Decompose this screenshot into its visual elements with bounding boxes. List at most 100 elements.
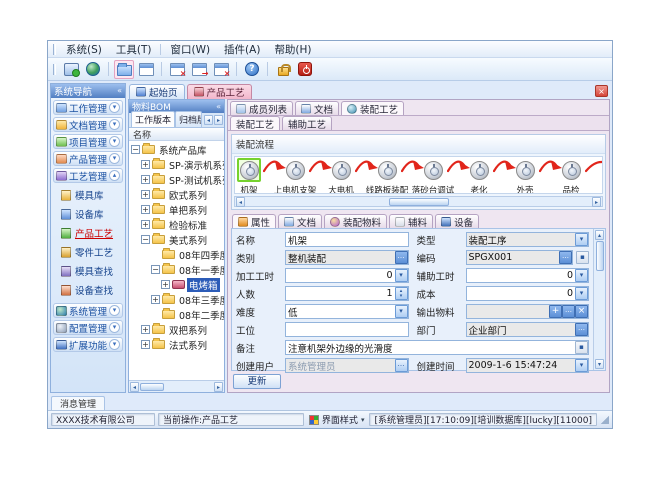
spinner-icon[interactable] xyxy=(395,287,408,300)
flow-node[interactable] xyxy=(559,158,583,182)
lock-button[interactable] xyxy=(273,60,293,79)
tab-prop-documents[interactable]: 文档 xyxy=(278,214,322,228)
resize-grip[interactable] xyxy=(601,416,609,424)
tree-node[interactable]: 单把系列 xyxy=(129,202,224,217)
scroll-down-icon[interactable]: ▾ xyxy=(595,359,604,369)
scroll-left-icon[interactable]: ◂ xyxy=(204,115,213,125)
menu-help[interactable]: 帮助(H) xyxy=(267,41,318,58)
flow-node[interactable] xyxy=(421,158,445,182)
dropdown-icon[interactable] xyxy=(395,305,408,318)
close-tab-button[interactable]: × xyxy=(595,85,608,97)
sidebar-group-extensions[interactable]: 扩展功能 xyxy=(53,337,123,352)
scroll-up-icon[interactable]: ▴ xyxy=(595,230,604,240)
menu-window[interactable]: 窗口(W) xyxy=(163,41,217,58)
tree-node[interactable]: 08年三季度 xyxy=(129,292,224,307)
menu-system[interactable]: 系统(S) xyxy=(59,41,109,58)
pin-icon[interactable]: « xyxy=(216,102,221,112)
chevron-up-icon[interactable] xyxy=(109,170,120,181)
interface-style-picker[interactable]: 界面样式 ▾ xyxy=(307,413,367,426)
clear-icon[interactable] xyxy=(575,305,588,318)
system-monitor-button[interactable] xyxy=(61,60,81,79)
sidebar-group-product[interactable]: 产品管理 xyxy=(53,151,123,166)
created-time-field[interactable] xyxy=(467,360,576,371)
sidebar-group-document[interactable]: 文档管理 xyxy=(53,117,123,132)
tab-assembly-materials[interactable]: 装配物料 xyxy=(324,214,387,228)
chevron-down-icon[interactable] xyxy=(109,305,120,316)
chevron-down-icon[interactable] xyxy=(109,322,120,333)
ellipsis-icon[interactable] xyxy=(575,323,588,336)
name-field[interactable] xyxy=(286,234,408,245)
tree-node[interactable]: 美式系列 xyxy=(129,232,224,247)
dropdown-icon[interactable] xyxy=(395,269,408,282)
ellipsis-icon[interactable] xyxy=(562,305,575,318)
flow-node[interactable] xyxy=(283,158,307,182)
scroll-thumb[interactable] xyxy=(140,383,164,391)
scroll-left-icon[interactable]: ◂ xyxy=(236,197,245,207)
expand-icon[interactable] xyxy=(141,325,150,334)
expand-icon[interactable] xyxy=(161,280,170,289)
tab-start-page[interactable]: 起始页 xyxy=(129,84,185,99)
nav-item-mold-search[interactable]: 模具查找 xyxy=(61,264,123,278)
close-all-button[interactable]: × xyxy=(211,60,231,79)
department-field[interactable] xyxy=(467,324,576,335)
scroll-thumb[interactable] xyxy=(596,241,604,271)
nav-item-equipment-search[interactable]: 设备查找 xyxy=(61,283,123,297)
tree-node[interactable]: 08年一季度 xyxy=(129,262,224,277)
expand-icon[interactable] xyxy=(141,340,150,349)
sidebar-collapse-icon[interactable]: « xyxy=(117,86,122,96)
nav-item-product-process[interactable]: 产品工艺 xyxy=(61,226,123,240)
tree-node[interactable]: 系统产品库 xyxy=(129,142,224,157)
dropdown-icon[interactable] xyxy=(575,269,588,282)
workstation-field[interactable] xyxy=(286,324,408,335)
globe-button[interactable] xyxy=(83,60,103,79)
flow-node[interactable] xyxy=(513,158,537,182)
flow-canvas[interactable]: 机架 上电机支架 大电机 线路板装配 落砂台调试 老化 外壳 品检 xyxy=(234,156,603,194)
collapse-icon[interactable] xyxy=(131,145,140,154)
tree-node[interactable]: 法式系列 xyxy=(129,337,224,352)
update-button[interactable]: 更新 xyxy=(233,374,281,389)
collapse-icon[interactable] xyxy=(151,265,160,274)
close-document-button[interactable]: × xyxy=(167,60,187,79)
ellipsis-icon[interactable] xyxy=(395,251,408,264)
scroll-right-icon[interactable]: ▸ xyxy=(592,197,601,207)
tab-documents[interactable]: 文档 xyxy=(295,101,339,115)
link-button[interactable]: ▪ xyxy=(576,251,589,264)
nav-item-equipment-library[interactable]: 设备库 xyxy=(61,207,123,221)
chevron-down-icon[interactable] xyxy=(109,102,120,113)
expand-icon[interactable] xyxy=(141,160,150,169)
ellipsis-icon[interactable] xyxy=(559,251,572,264)
sidebar-group-system[interactable]: 系统管理 xyxy=(53,303,123,318)
switch-window-button[interactable]: → xyxy=(189,60,209,79)
output-material-field[interactable] xyxy=(467,306,550,317)
tree-node-selected[interactable]: 电烤箱 xyxy=(129,277,224,292)
scroll-left-icon[interactable]: ◂ xyxy=(130,382,139,392)
flow-horizontal-scrollbar[interactable]: ◂ ▸ xyxy=(234,196,603,207)
people-count-field[interactable] xyxy=(286,288,395,299)
tree-horizontal-scrollbar[interactable]: ◂ ▸ xyxy=(129,380,224,392)
tab-message-management[interactable]: 消息管理 xyxy=(51,396,105,410)
expand-icon[interactable] xyxy=(151,295,160,304)
sidebar-group-work[interactable]: 工作管理 xyxy=(53,100,123,115)
folder-open-button[interactable] xyxy=(114,60,134,79)
subtab-auxiliary-process[interactable]: 辅助工艺 xyxy=(282,116,332,130)
code-field[interactable] xyxy=(467,252,560,263)
difficulty-field[interactable] xyxy=(286,306,395,317)
flow-node[interactable] xyxy=(467,158,491,182)
sidebar-group-project[interactable]: 项目管理 xyxy=(53,134,123,149)
tab-properties[interactable]: 属性 xyxy=(232,214,276,228)
sidebar-group-process[interactable]: 工艺管理 xyxy=(53,168,123,183)
tree-node[interactable]: SP-演示机系列 xyxy=(129,157,224,172)
subtab-assembly-process[interactable]: 装配工艺 xyxy=(230,116,280,130)
cost-field[interactable] xyxy=(467,288,576,299)
category-field[interactable] xyxy=(286,252,395,263)
flow-node[interactable] xyxy=(375,158,399,182)
menu-tools[interactable]: 工具(T) xyxy=(109,41,159,58)
dropdown-icon[interactable] xyxy=(575,287,588,300)
remarks-field[interactable] xyxy=(286,342,575,353)
tree-node[interactable]: 双把系列 xyxy=(129,322,224,337)
chevron-down-icon[interactable] xyxy=(109,136,120,147)
tree-column-header[interactable]: 名称 xyxy=(129,128,224,141)
expand-note-button[interactable]: ▪ xyxy=(575,341,588,354)
chevron-down-icon[interactable] xyxy=(109,153,120,164)
flow-node[interactable] xyxy=(329,158,353,182)
